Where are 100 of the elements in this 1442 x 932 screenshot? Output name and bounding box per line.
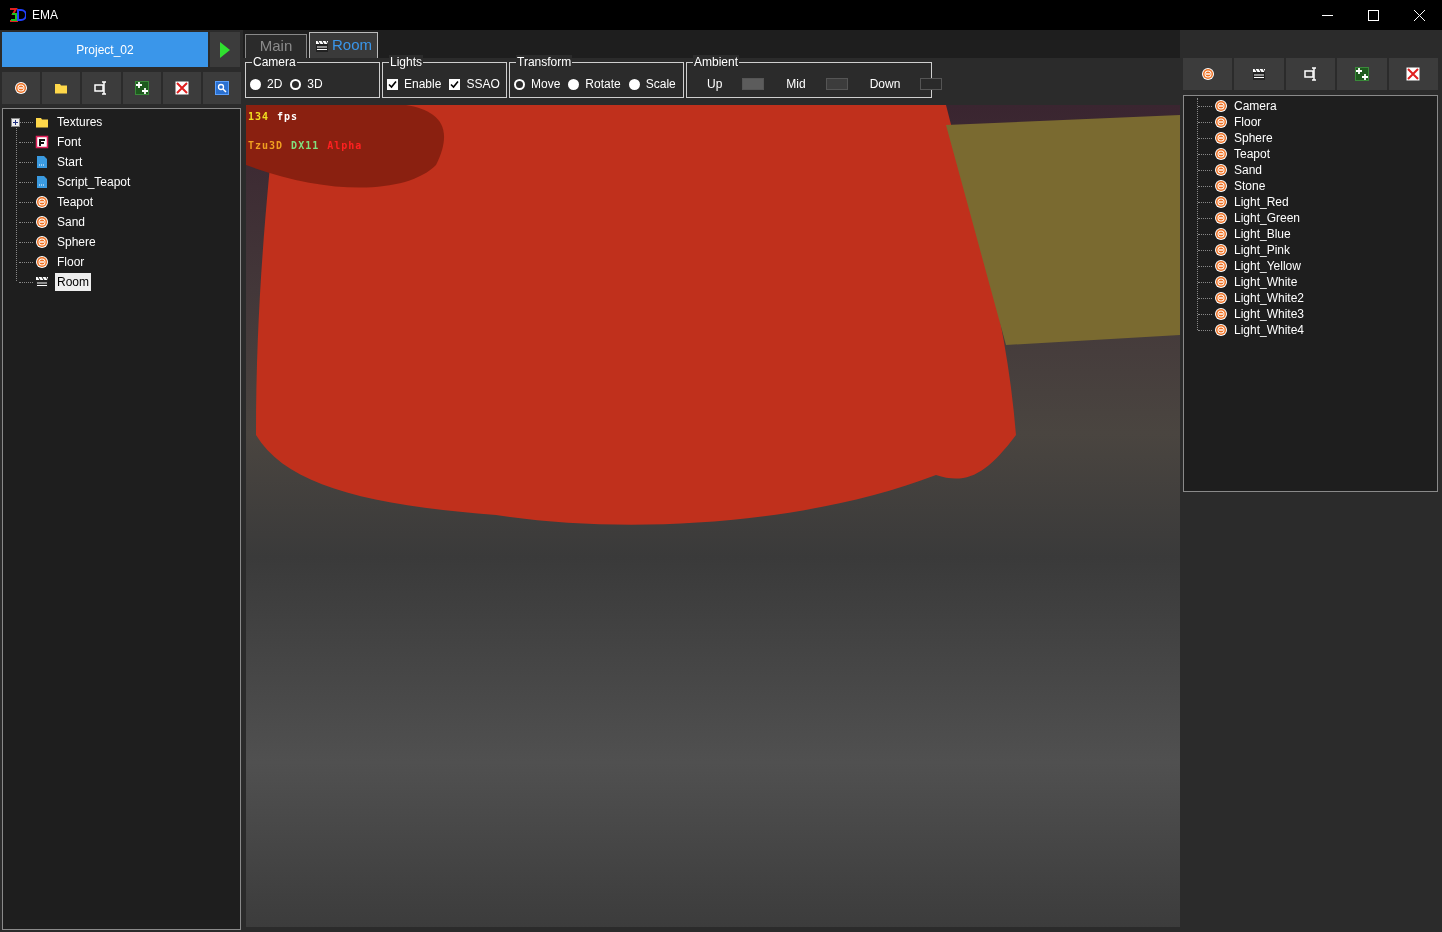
checkbox-label: SSAO bbox=[466, 76, 500, 93]
tree-item[interactable]: Camera bbox=[1232, 98, 1279, 114]
checkbox[interactable] bbox=[387, 78, 398, 90]
tree-item[interactable]: Sphere bbox=[55, 233, 98, 251]
group-title: Ambient bbox=[693, 55, 740, 69]
radio-button[interactable] bbox=[290, 78, 302, 90]
add-item-button[interactable] bbox=[1337, 58, 1387, 90]
tree-item[interactable]: Floor bbox=[1232, 114, 1264, 130]
search-button[interactable] bbox=[202, 72, 242, 104]
object-icon bbox=[1214, 211, 1228, 225]
expand-toggle[interactable] bbox=[11, 118, 20, 127]
object-icon bbox=[1214, 195, 1228, 209]
swatch-label: Mid bbox=[786, 76, 806, 93]
radio-label: Scale bbox=[645, 76, 676, 93]
tree-item[interactable]: Sphere bbox=[1232, 130, 1275, 146]
add-object-button[interactable] bbox=[2, 72, 41, 104]
tree-item[interactable]: Teapot bbox=[55, 193, 96, 211]
swatch-label: Up bbox=[707, 76, 723, 93]
object-icon bbox=[1214, 275, 1228, 289]
app-logo-icon bbox=[8, 6, 26, 24]
add-folder-button[interactable] bbox=[42, 72, 81, 104]
object-icon bbox=[1214, 163, 1228, 177]
overlay-text: Alpha bbox=[327, 139, 363, 153]
folder-icon bbox=[35, 115, 49, 129]
tree-item[interactable]: Start bbox=[55, 153, 85, 171]
tree-item[interactable]: Light_Green bbox=[1232, 210, 1303, 226]
object-icon bbox=[1214, 259, 1228, 273]
object-icon bbox=[1214, 99, 1228, 113]
delete-button[interactable] bbox=[1388, 58, 1439, 90]
tree-item[interactable]: Stone bbox=[1232, 178, 1268, 194]
object-icon bbox=[35, 215, 49, 229]
clapperboard-icon bbox=[315, 38, 329, 53]
search-icon bbox=[214, 81, 229, 95]
rename-button[interactable] bbox=[1285, 58, 1336, 90]
swatch-label: Down bbox=[869, 76, 901, 93]
text-field-icon bbox=[94, 81, 109, 95]
checkbox[interactable] bbox=[449, 78, 461, 90]
radio-label: 2D bbox=[267, 76, 283, 93]
color-swatch[interactable] bbox=[825, 78, 848, 90]
tab[interactable]: Room bbox=[309, 32, 378, 58]
object-icon bbox=[1214, 115, 1228, 129]
add-icon bbox=[1354, 67, 1369, 81]
radio-label: Move bbox=[531, 76, 561, 93]
add-object-button[interactable] bbox=[1183, 58, 1233, 90]
rename-button[interactable] bbox=[82, 72, 121, 104]
group-title: Transform bbox=[516, 55, 573, 69]
tree-item[interactable]: Light_White2 bbox=[1232, 290, 1307, 306]
checkbox-label: Enable bbox=[404, 76, 442, 93]
maximize-icon bbox=[1367, 9, 1379, 21]
group-title: Lights bbox=[389, 55, 424, 69]
tree-item[interactable]: Textures bbox=[55, 113, 105, 131]
play-icon bbox=[220, 41, 230, 58]
object-icon bbox=[35, 195, 49, 209]
delete-icon bbox=[1406, 67, 1421, 81]
tree-item[interactable]: Light_Pink bbox=[1232, 242, 1293, 258]
tree-item[interactable]: Script_Teapot bbox=[55, 173, 133, 191]
add-icon bbox=[134, 81, 149, 95]
radio-button[interactable] bbox=[250, 78, 261, 90]
text-field-icon bbox=[1303, 67, 1318, 81]
object-icon bbox=[1214, 179, 1228, 193]
object-icon bbox=[35, 255, 49, 269]
overlay-text: 134 bbox=[248, 110, 270, 124]
tree-item[interactable]: Floor bbox=[55, 253, 87, 271]
tree-item[interactable]: Light_White bbox=[1232, 274, 1300, 290]
overlay-text: DX11 bbox=[291, 139, 320, 153]
object-icon bbox=[14, 81, 29, 95]
radio-button[interactable] bbox=[514, 78, 525, 90]
radio-label: 3D bbox=[307, 76, 323, 93]
script-file-icon bbox=[35, 155, 49, 169]
color-swatch[interactable] bbox=[920, 78, 943, 90]
clapperboard-icon bbox=[1252, 67, 1267, 81]
tab[interactable]: Main bbox=[245, 34, 307, 58]
radio-button[interactable] bbox=[628, 78, 640, 90]
tree-item[interactable]: Teapot bbox=[1232, 146, 1273, 162]
tree-item[interactable]: Light_Red bbox=[1232, 194, 1291, 210]
object-icon bbox=[35, 235, 49, 249]
tree-item[interactable]: Light_Yellow bbox=[1232, 258, 1303, 274]
clapperboard-icon bbox=[35, 275, 49, 289]
tree-item[interactable]: Room bbox=[55, 273, 91, 291]
tree-item[interactable]: Light_White4 bbox=[1232, 322, 1307, 338]
object-icon bbox=[1214, 131, 1228, 145]
object-icon bbox=[1214, 323, 1228, 337]
tree-item[interactable]: Sand bbox=[1232, 162, 1265, 178]
tree-item[interactable]: Light_Blue bbox=[1232, 226, 1293, 242]
radio-label: Rotate bbox=[585, 76, 621, 93]
script-file-icon bbox=[35, 175, 49, 189]
window-title: EMA bbox=[32, 7, 58, 24]
run-button[interactable] bbox=[210, 32, 240, 67]
font-file-icon bbox=[35, 135, 49, 149]
add-scene-button[interactable] bbox=[1234, 58, 1284, 90]
radio-button[interactable] bbox=[568, 78, 580, 90]
object-icon bbox=[1200, 67, 1215, 81]
tree-item[interactable]: Light_White3 bbox=[1232, 306, 1307, 322]
tree-item[interactable]: Sand bbox=[55, 213, 88, 231]
delete-icon bbox=[174, 81, 189, 95]
color-swatch[interactable] bbox=[742, 78, 765, 90]
tree-item[interactable]: Font bbox=[55, 133, 83, 151]
add-item-button[interactable] bbox=[122, 72, 161, 104]
delete-button[interactable] bbox=[162, 72, 201, 104]
overlay-text: fps bbox=[277, 110, 299, 124]
